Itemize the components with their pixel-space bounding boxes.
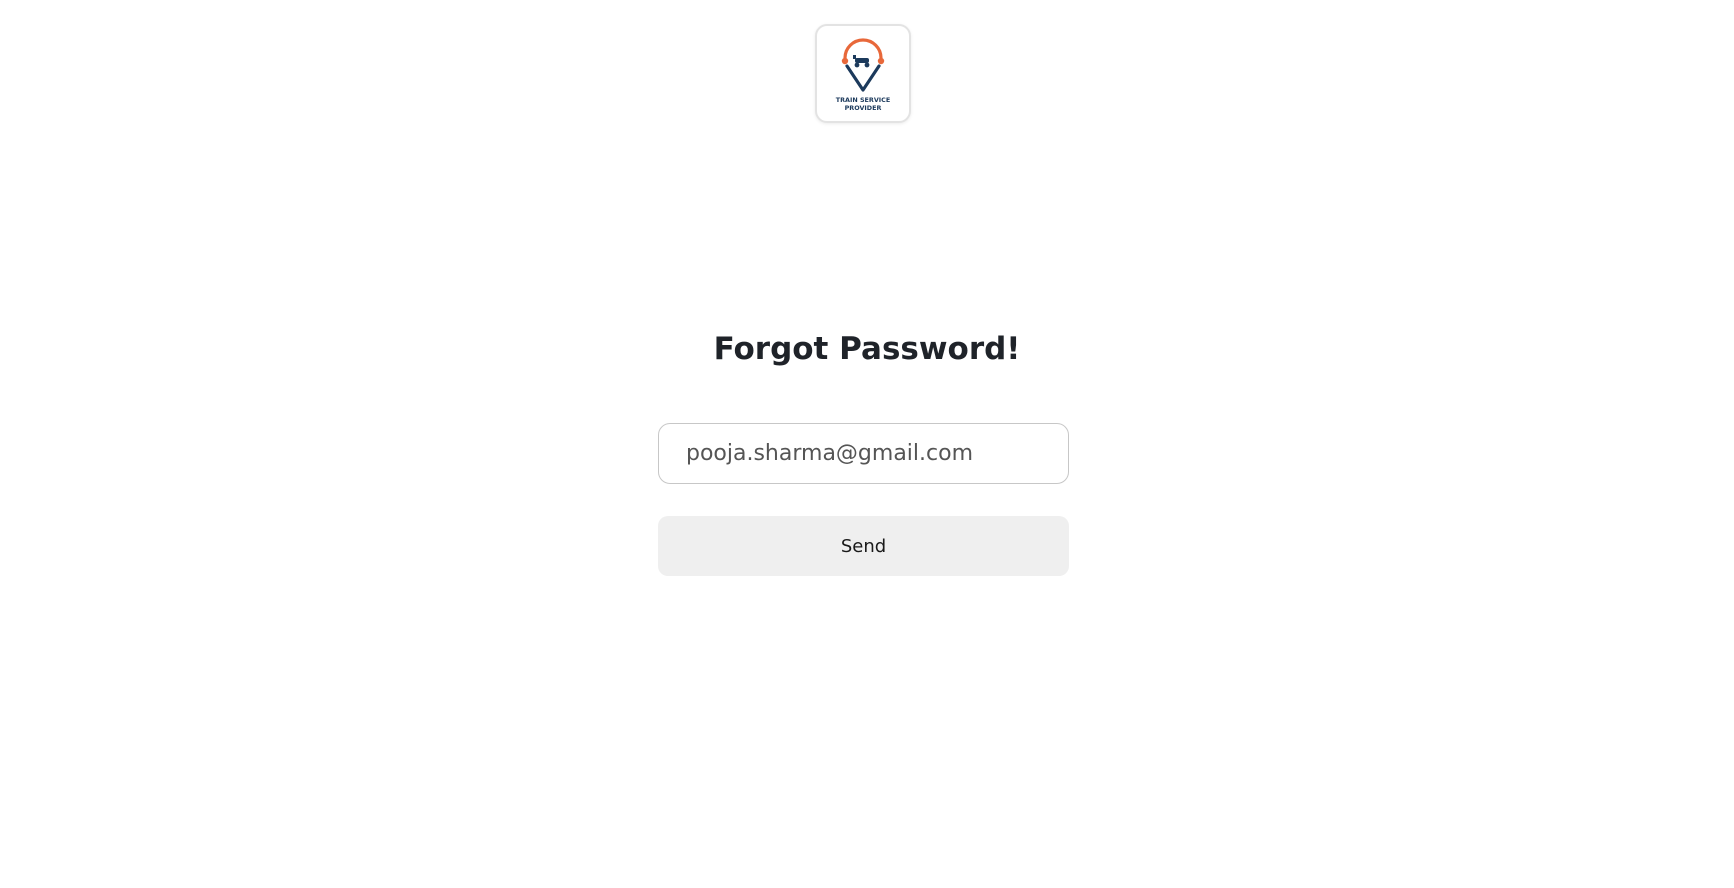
logo-pin-icon: TRAIN SERVICE PROVIDER	[836, 38, 890, 112]
logo-text-line2: PROVIDER	[845, 104, 882, 112]
logo-text-line1: TRAIN SERVICE	[836, 96, 890, 104]
email-field[interactable]	[658, 423, 1069, 484]
app-logo: TRAIN SERVICE PROVIDER	[815, 24, 911, 123]
page-title: Forgot Password!	[713, 331, 1021, 367]
send-button[interactable]: Send	[658, 516, 1069, 576]
forgot-password-page: TRAIN SERVICE PROVIDER Forgot Password! …	[0, 0, 1734, 888]
